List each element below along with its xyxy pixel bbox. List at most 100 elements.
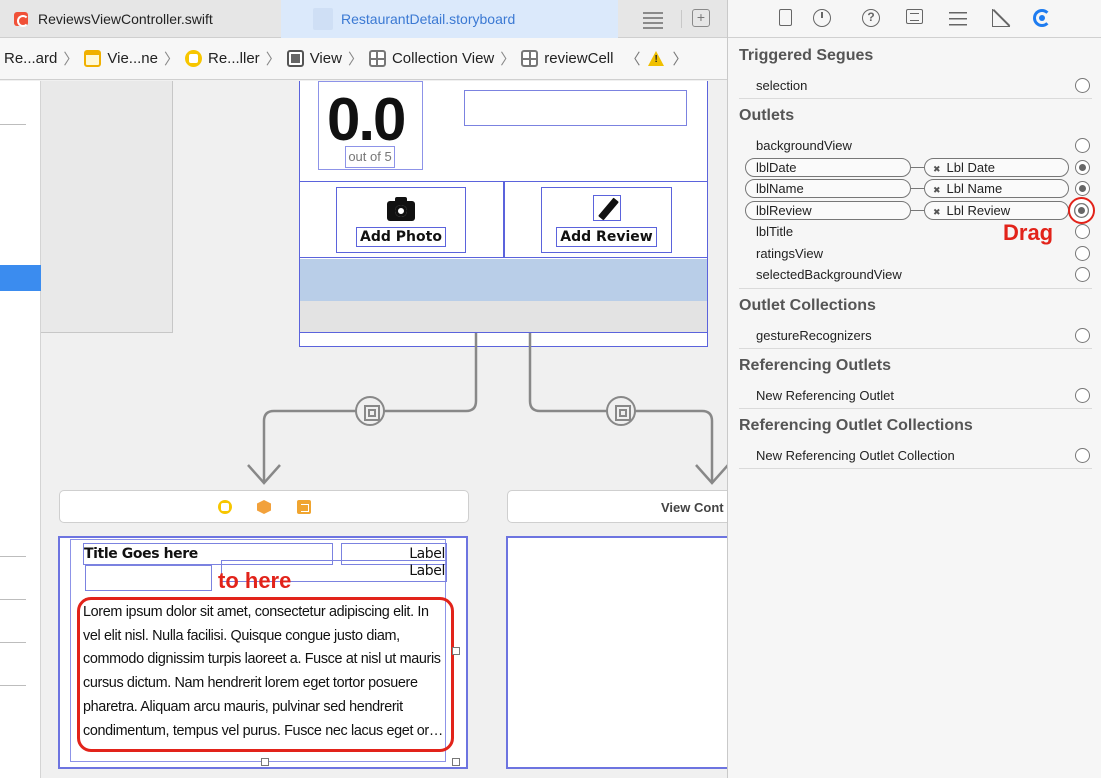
outlet-pill[interactable]: lblReview bbox=[745, 201, 911, 220]
segue-row-selection: selection bbox=[756, 75, 1091, 97]
connection-circle-icon[interactable] bbox=[1075, 246, 1090, 261]
chevron-right-icon: 〉 bbox=[265, 51, 281, 68]
segue-icon[interactable] bbox=[606, 396, 636, 426]
breadcrumb-scene[interactable]: Vie...ne bbox=[84, 50, 158, 67]
resize-handle[interactable] bbox=[452, 647, 460, 655]
resize-handle[interactable] bbox=[261, 758, 269, 766]
chevron-right-icon: 〉 bbox=[63, 51, 79, 68]
connection-circle-icon[interactable] bbox=[1075, 138, 1090, 153]
section-outlets: Outlets bbox=[739, 107, 795, 124]
history-inspector-icon[interactable] bbox=[813, 9, 831, 27]
connection-circle-filled-icon[interactable] bbox=[1075, 181, 1090, 196]
add-editor-icon[interactable]: + bbox=[692, 9, 710, 27]
connection-circle-icon[interactable] bbox=[1075, 224, 1090, 239]
segue-icon[interactable] bbox=[355, 396, 385, 426]
drag-source-circle-icon[interactable] bbox=[1068, 197, 1095, 224]
right-scene[interactable] bbox=[506, 536, 727, 769]
connection-circle-icon[interactable] bbox=[1075, 448, 1090, 463]
jump-bar: Re...ard 〉 Vie...ne 〉 Re...ller 〉 View 〉… bbox=[0, 38, 727, 80]
chevron-right-icon: 〉 bbox=[163, 51, 179, 68]
annotation-drag: Drag bbox=[1003, 220, 1054, 245]
outlet-row-background-view: backgroundView bbox=[756, 135, 1091, 157]
view-controller-icon bbox=[185, 50, 202, 67]
breadcrumb-view-controller[interactable]: Re...ller bbox=[185, 50, 260, 67]
breadcrumb-view[interactable]: View bbox=[286, 50, 342, 67]
section-referencing-outlets: Referencing Outlets bbox=[739, 357, 892, 374]
connection-line bbox=[911, 210, 924, 211]
section-triggered-segues: Triggered Segues bbox=[739, 47, 874, 64]
remove-connection-icon[interactable]: ✖ bbox=[933, 185, 941, 195]
connection-line bbox=[911, 188, 924, 189]
resize-handle[interactable] bbox=[452, 758, 460, 766]
storyboard-file-icon bbox=[313, 8, 333, 30]
editor-tab-bar: ReviewsViewController.swift RestaurantDe… bbox=[0, 0, 727, 38]
connections-inspector: ? Triggered Segues selection Outlets bac… bbox=[727, 0, 1101, 778]
divider bbox=[739, 288, 1092, 289]
ratings-view[interactable] bbox=[85, 565, 212, 591]
right-scene-dock[interactable]: View Cont bbox=[507, 490, 727, 523]
remove-connection-icon[interactable]: ✖ bbox=[933, 207, 941, 217]
outlet-collection-row-gesture-recognizers: gestureRecognizers bbox=[756, 325, 1091, 347]
remove-connection-icon[interactable]: ✖ bbox=[933, 164, 941, 174]
divider bbox=[739, 408, 1092, 409]
editor-options-icon[interactable] bbox=[641, 9, 663, 29]
quick-help-icon[interactable]: ? bbox=[862, 9, 880, 27]
connection-circle-filled-icon[interactable] bbox=[1075, 160, 1090, 175]
identity-inspector-icon[interactable] bbox=[906, 9, 923, 24]
breadcrumb-storyboard[interactable]: Re...ard bbox=[4, 50, 57, 67]
scene-title: View Cont bbox=[661, 500, 724, 515]
collection-view-icon bbox=[368, 50, 386, 67]
view-controller-icon[interactable] bbox=[218, 500, 232, 514]
outlet-row-lbl-review: lblReview ✖ Lbl Review bbox=[745, 197, 1095, 224]
divider bbox=[739, 468, 1092, 469]
attributes-inspector-icon[interactable] bbox=[949, 9, 967, 27]
issue-navigator: 〈 ! 〉 bbox=[625, 48, 687, 69]
storyboard-canvas[interactable]: 0.0 out of 5 Add Photo Add Review View C… bbox=[0, 81, 727, 778]
tab-restaurant-detail-storyboard[interactable]: RestaurantDetail.storyboard bbox=[281, 0, 618, 38]
connection-circle-icon[interactable] bbox=[1075, 78, 1090, 93]
connected-target-pill[interactable]: ✖ Lbl Review bbox=[924, 201, 1069, 220]
scene-icon bbox=[84, 50, 102, 67]
outlet-pill[interactable]: lblDate bbox=[745, 158, 911, 177]
chevron-right-icon: 〉 bbox=[500, 51, 516, 68]
connection-circle-icon[interactable] bbox=[1075, 388, 1090, 403]
referencing-outlet-row-new: New Referencing Outlet bbox=[756, 385, 1091, 407]
chevron-right-icon: 〉 bbox=[347, 51, 363, 68]
outlet-row-ratings-view: ratingsView bbox=[756, 243, 1091, 265]
size-inspector-icon[interactable] bbox=[992, 9, 1010, 27]
outlet-row-lbl-name: lblName ✖ Lbl Name bbox=[745, 178, 1091, 200]
connection-circle-icon[interactable] bbox=[1075, 328, 1090, 343]
file-inspector-icon[interactable] bbox=[779, 9, 792, 26]
outlet-pill[interactable]: lblName bbox=[745, 179, 911, 198]
chevron-right-icon[interactable]: 〉 bbox=[672, 48, 687, 69]
divider bbox=[739, 348, 1092, 349]
connection-circle-icon[interactable] bbox=[1075, 267, 1090, 282]
view-icon bbox=[286, 50, 304, 67]
first-responder-icon[interactable] bbox=[257, 500, 271, 514]
outlet-row-selected-background-view: selectedBackgroundView bbox=[756, 264, 1091, 286]
divider bbox=[681, 10, 682, 28]
divider bbox=[739, 98, 1092, 99]
tab-label: RestaurantDetail.storyboard bbox=[341, 11, 516, 27]
section-referencing-outlet-collections: Referencing Outlet Collections bbox=[739, 417, 973, 434]
referencing-outlet-collection-row-new: New Referencing Outlet Collection bbox=[756, 445, 1091, 467]
connection-line bbox=[911, 167, 924, 168]
tab-reviews-view-controller[interactable]: ReviewsViewController.swift bbox=[0, 0, 280, 38]
swift-file-icon bbox=[14, 12, 29, 27]
section-outlet-collections: Outlet Collections bbox=[739, 297, 876, 314]
warning-icon[interactable]: ! bbox=[648, 51, 665, 66]
breadcrumb-collection-view[interactable]: Collection View bbox=[368, 50, 494, 67]
tab-label: ReviewsViewController.swift bbox=[38, 11, 213, 27]
breadcrumb-review-cell[interactable]: reviewCell bbox=[521, 50, 613, 67]
reviews-scene-dock[interactable] bbox=[59, 490, 469, 523]
connections-inspector-icon[interactable] bbox=[1033, 9, 1051, 27]
chevron-left-icon[interactable]: 〈 bbox=[625, 48, 640, 69]
drop-target-highlight bbox=[77, 597, 454, 752]
outlet-row-lbl-date: lblDate ✖ Lbl Date bbox=[745, 157, 1091, 179]
inspector-tab-bar: ? bbox=[728, 0, 1101, 38]
annotation-to-here: to here bbox=[218, 568, 292, 593]
connected-target-pill[interactable]: ✖ Lbl Name bbox=[924, 179, 1069, 198]
exit-icon[interactable] bbox=[297, 500, 311, 514]
collection-view-cell-icon bbox=[521, 50, 539, 67]
connected-target-pill[interactable]: ✖ Lbl Date bbox=[924, 158, 1069, 177]
